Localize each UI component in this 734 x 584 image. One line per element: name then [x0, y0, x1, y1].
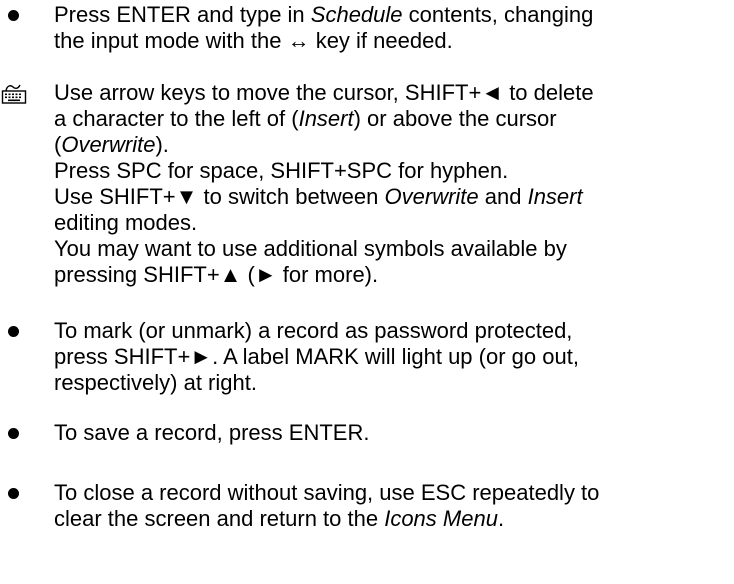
- bullet-icon: [8, 326, 19, 337]
- text-segment: pressing SHIFT+▲ (► for more).: [54, 262, 379, 287]
- text-segment: ).: [155, 132, 169, 157]
- text-line: clear the screen and return to the Icons…: [54, 506, 724, 532]
- text-segment: editing modes.: [54, 210, 198, 235]
- emphasized-term: Insert: [298, 106, 354, 131]
- text-segment: clear the screen and return to the: [54, 506, 385, 531]
- keyboard-icon: [1, 84, 27, 104]
- text-line: To close a record without saving, use ES…: [54, 480, 724, 506]
- emphasized-term: Overwrite: [61, 132, 156, 157]
- text-line: To save a record, press ENTER.: [54, 420, 724, 446]
- text-line: Use arrow keys to move the cursor, SHIFT…: [54, 80, 724, 106]
- text-segment: To close a record without saving, use ES…: [54, 480, 600, 505]
- emphasized-term: Schedule: [310, 2, 403, 27]
- text-segment: Use SHIFT+▼ to switch between: [54, 184, 385, 209]
- item-text: Use arrow keys to move the cursor, SHIFT…: [54, 80, 724, 288]
- item-text: To close a record without saving, use ES…: [54, 480, 724, 532]
- text-segment: You may want to use additional symbols a…: [54, 236, 567, 261]
- text-line: the input mode with the ↔ key if needed.: [54, 28, 724, 54]
- text-segment: Use arrow keys to move the cursor, SHIFT…: [54, 80, 594, 105]
- text-line: press SHIFT+►. A label MARK will light u…: [54, 344, 724, 370]
- text-segment: contents, changing: [402, 2, 594, 27]
- text-segment: press SHIFT+►. A label MARK will light u…: [54, 344, 579, 369]
- text-segment: To mark (or unmark) a record as password…: [54, 318, 573, 343]
- text-segment: respectively) at right.: [54, 370, 257, 395]
- text-segment: To save a record, press ENTER.: [54, 420, 370, 445]
- bullet-icon: [8, 488, 19, 499]
- bullet-icon: [8, 10, 19, 21]
- text-segment: a character to the left of (: [54, 106, 299, 131]
- emphasized-term: Icons Menu: [384, 506, 498, 531]
- text-segment: ) or above the cursor: [353, 106, 557, 131]
- text-segment: Press ENTER and type in: [54, 2, 311, 27]
- item-text: Press ENTER and type in Schedule content…: [54, 2, 724, 54]
- text-line: Press ENTER and type in Schedule content…: [54, 2, 724, 28]
- text-line: Use SHIFT+▼ to switch between Overwrite …: [54, 184, 724, 210]
- emphasized-term: Overwrite: [384, 184, 479, 209]
- item-text: To mark (or unmark) a record as password…: [54, 318, 724, 396]
- text-line: a character to the left of (Insert) or a…: [54, 106, 724, 132]
- text-segment: and: [478, 184, 528, 209]
- text-line: To mark (or unmark) a record as password…: [54, 318, 724, 344]
- bullet-icon: [8, 428, 19, 439]
- text-segment: the input mode with the ↔ key if needed.: [54, 28, 453, 53]
- text-line: pressing SHIFT+▲ (► for more).: [54, 262, 724, 288]
- item-text: To save a record, press ENTER.: [54, 420, 724, 446]
- text-line: You may want to use additional symbols a…: [54, 236, 724, 262]
- text-line: (Overwrite).: [54, 132, 724, 158]
- emphasized-term: Insert: [527, 184, 583, 209]
- text-segment: .: [497, 506, 505, 531]
- text-line: Press SPC for space, SHIFT+SPC for hyphe…: [54, 158, 724, 184]
- text-line: respectively) at right.: [54, 370, 724, 396]
- text-line: editing modes.: [54, 210, 724, 236]
- text-segment: Press SPC for space, SHIFT+SPC for hyphe…: [54, 158, 509, 183]
